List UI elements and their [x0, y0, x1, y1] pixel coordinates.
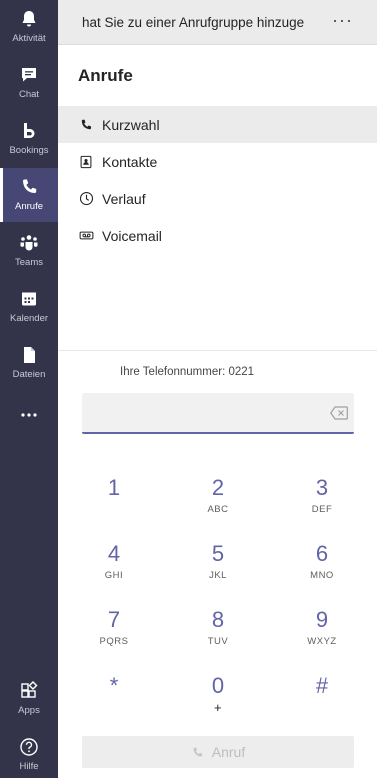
backspace-icon[interactable] [330, 406, 348, 425]
phone-icon [193, 747, 202, 756]
rail-label: Hilfe [19, 761, 39, 772]
calendar-icon [18, 288, 40, 310]
key-digit: 7 [107, 607, 121, 632]
rail-item-help[interactable]: Hilfe [0, 728, 58, 778]
phone-icon [78, 117, 94, 133]
phone-icon [18, 176, 40, 198]
key-digit: 2 [211, 475, 225, 500]
call-button-label: Anruf [211, 744, 246, 760]
nav-item-label: Verlauf [102, 190, 146, 207]
rail-label: Bookings [9, 145, 49, 156]
rail-item-apps[interactable]: Apps [0, 672, 58, 726]
nav-item-label: Kontakte [102, 153, 158, 170]
keypad-key-1[interactable]: 1 [79, 475, 149, 531]
more-options-button[interactable]: ··· [332, 10, 353, 31]
key-letters: ABC [207, 504, 229, 515]
key-letters: WXYZ [307, 636, 337, 647]
nav-item-label: Voicemail [102, 227, 162, 244]
file-icon [18, 344, 40, 366]
key-letters: PQRS [99, 636, 129, 647]
nav-item-contacts[interactable]: Kontakte [58, 143, 377, 180]
app-rail: Aktivität Chat Bookings Anrufe Teams Kal… [0, 0, 58, 778]
rail-item-calendar[interactable]: Kalender [0, 280, 58, 334]
nav-item-speed-dial[interactable]: Kurzwahl [58, 106, 377, 143]
nav-item-voicemail[interactable]: Voicemail [58, 217, 377, 254]
rail-label: Kalender [9, 313, 49, 324]
key-letters: GHI [104, 570, 124, 581]
contact-card-icon [78, 154, 94, 170]
nav-item-history[interactable]: Verlauf [58, 180, 377, 217]
more-icon [18, 404, 40, 426]
key-digit: 9 [315, 607, 329, 632]
rail-item-calls[interactable]: Anrufe [0, 168, 58, 222]
phone-number-label: Ihre Telefonnummer: 0221 [120, 366, 255, 378]
rail-item-files[interactable]: Dateien [0, 336, 58, 390]
key-digit: 4 [107, 541, 121, 566]
keypad-key-2[interactable]: 2 ABC [183, 475, 253, 531]
key-digit: 6 [315, 541, 329, 566]
key-digit: 1 [107, 475, 121, 500]
rail-label: Teams [15, 257, 43, 268]
rail-item-teams[interactable]: Teams [0, 224, 58, 278]
rail-item-activity[interactable]: Aktivität [0, 0, 58, 54]
rail-label: Anrufe [15, 201, 43, 212]
call-button[interactable]: Anruf [82, 736, 354, 768]
dial-input[interactable] [82, 393, 354, 434]
key-letters: TUV [207, 636, 229, 647]
keypad-key-9[interactable]: 9 WXYZ [287, 607, 357, 663]
rail-label: Aktivität [12, 33, 46, 44]
nav-item-label: Kurzwahl [102, 116, 160, 133]
keypad-key-0[interactable]: 0 + [183, 673, 253, 729]
key-digit: 3 [315, 475, 329, 500]
banner-text: hat Sie zu einer Anrufgruppe hinzugefügt [82, 14, 304, 30]
key-digit: # [315, 673, 329, 698]
key-digit: 8 [211, 607, 225, 632]
rail-item-chat[interactable]: Chat [0, 56, 58, 110]
help-icon [18, 736, 40, 758]
rail-item-more[interactable] [0, 396, 58, 446]
key-digit: 5 [211, 541, 225, 566]
bookings-icon [18, 120, 40, 142]
bell-icon [18, 8, 40, 30]
key-letters: JKL [209, 570, 227, 581]
voicemail-icon [78, 228, 94, 244]
keypad-key-7[interactable]: 7 PQRS [79, 607, 149, 663]
keypad-key-6[interactable]: 6 MNO [287, 541, 357, 597]
keypad-key-8[interactable]: 8 TUV [183, 607, 253, 663]
keypad-key-3[interactable]: 3 DEF [287, 475, 357, 531]
key-digit: 0 [211, 673, 225, 698]
notification-banner[interactable]: hat Sie zu einer Anrufgruppe hinzugefügt… [58, 0, 377, 45]
rail-item-bookings[interactable]: Bookings [0, 112, 58, 166]
calls-nav: Kurzwahl Kontakte Verlauf Voicemail [58, 106, 377, 254]
apps-icon [18, 680, 40, 702]
divider [58, 350, 377, 351]
rail-label: Chat [18, 89, 40, 100]
key-digit: * [109, 673, 119, 698]
teams-icon [18, 232, 40, 254]
keypad-key-5[interactable]: 5 JKL [183, 541, 253, 597]
chat-icon [18, 64, 40, 86]
keypad-key-star[interactable]: * [79, 673, 149, 729]
key-letters: + [213, 700, 223, 715]
page-title: Anrufe [78, 66, 133, 85]
clock-icon [78, 191, 94, 207]
key-letters: MNO [310, 570, 334, 581]
rail-label: Apps [18, 705, 40, 716]
key-letters: DEF [311, 504, 333, 515]
rail-label: Dateien [12, 369, 46, 380]
keypad-key-hash[interactable]: # [287, 673, 357, 729]
keypad-key-4[interactable]: 4 GHI [79, 541, 149, 597]
